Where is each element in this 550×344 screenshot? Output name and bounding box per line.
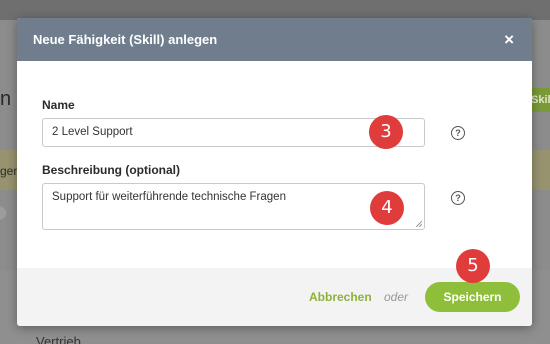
description-text: Support für weiterführende technische Fr… <box>52 191 286 203</box>
description-textarea[interactable]: Support für weiterführende technische Fr… <box>42 183 425 230</box>
help-icon[interactable]: ? <box>451 191 465 205</box>
dialog-footer: Abbrechen oder Speichern 5 <box>17 249 532 326</box>
resize-grip-icon[interactable] <box>415 220 422 227</box>
cancel-link[interactable]: Abbrechen <box>309 290 372 304</box>
name-input[interactable]: 2 Level Support <box>42 118 425 147</box>
save-button[interactable]: Speichern <box>425 282 520 312</box>
description-label: Beschreibung (optional) <box>42 163 180 177</box>
step-annotation-badge: 4 <box>370 191 404 225</box>
background-top-band <box>0 0 550 20</box>
dialog-header: Neue Fähigkeit (Skill) anlegen × <box>17 18 532 61</box>
or-separator: oder <box>384 290 409 304</box>
help-icon[interactable]: ? <box>451 126 465 140</box>
name-label: Name <box>42 98 75 112</box>
create-skill-dialog: Neue Fähigkeit (Skill) anlegen × Name 2 … <box>17 18 532 326</box>
dialog-title: Neue Fähigkeit (Skill) anlegen <box>33 32 218 47</box>
background-text-fragment: n <box>0 88 12 110</box>
background-list-item: Vertrieb <box>36 334 81 344</box>
step-annotation-badge: 3 <box>369 115 403 149</box>
step-annotation-badge: 5 <box>456 249 490 283</box>
background-avatar <box>0 206 6 220</box>
dialog-body: Name 2 Level Support ? Beschreibung (opt… <box>17 61 532 268</box>
close-icon[interactable]: × <box>504 31 516 48</box>
